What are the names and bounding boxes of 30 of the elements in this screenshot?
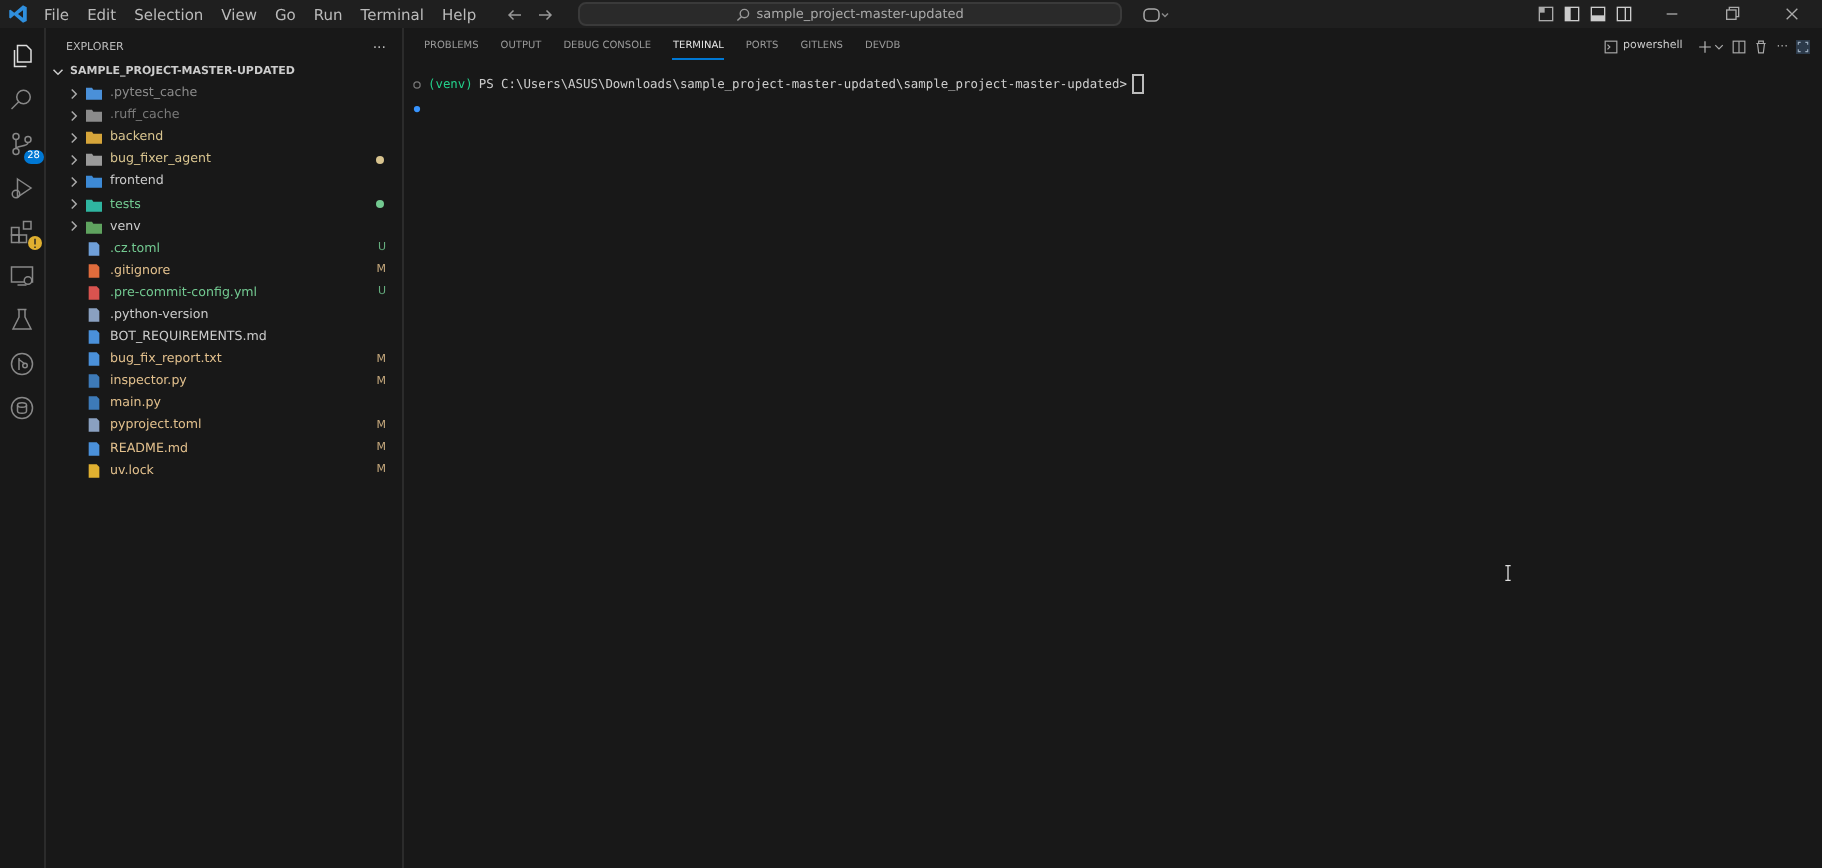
layout-icon[interactable] bbox=[1538, 6, 1554, 22]
terminal-icon bbox=[1604, 39, 1619, 53]
split-icon[interactable] bbox=[1732, 39, 1747, 53]
gitlens-icon[interactable] bbox=[10, 352, 34, 376]
search-icon bbox=[736, 7, 751, 21]
secondary-sidebar-icon[interactable] bbox=[1616, 6, 1632, 22]
terminal-cursor bbox=[1132, 74, 1145, 94]
remote-explorer-icon[interactable] bbox=[10, 264, 34, 288]
run-debug-icon[interactable] bbox=[10, 176, 34, 200]
back-icon[interactable] bbox=[506, 5, 525, 23]
flask-icon[interactable] bbox=[10, 308, 34, 332]
trash-icon[interactable] bbox=[1754, 39, 1769, 53]
panel-toggle-icon[interactable] bbox=[1590, 6, 1606, 22]
restore-icon[interactable] bbox=[1724, 6, 1740, 22]
app-logo-icon bbox=[8, 4, 28, 24]
dropdown-icon[interactable] bbox=[1714, 41, 1725, 51]
text-cursor-icon bbox=[1504, 564, 1512, 582]
copilot-icon[interactable] bbox=[1142, 5, 1171, 23]
close-icon[interactable] bbox=[1784, 6, 1800, 22]
maximize-icon[interactable] bbox=[1796, 39, 1810, 53]
forward-icon[interactable] bbox=[536, 5, 555, 23]
command-marker-icon bbox=[412, 103, 422, 113]
chevron-icon[interactable] bbox=[52, 65, 64, 77]
add-icon[interactable] bbox=[1698, 39, 1713, 53]
extensions-icon[interactable] bbox=[10, 220, 34, 244]
command-marker-icon bbox=[412, 79, 422, 89]
search-icon[interactable] bbox=[10, 88, 34, 112]
files-icon[interactable] bbox=[10, 44, 34, 68]
sidebar-toggle-icon[interactable] bbox=[1564, 6, 1580, 22]
database-icon[interactable] bbox=[10, 396, 34, 420]
